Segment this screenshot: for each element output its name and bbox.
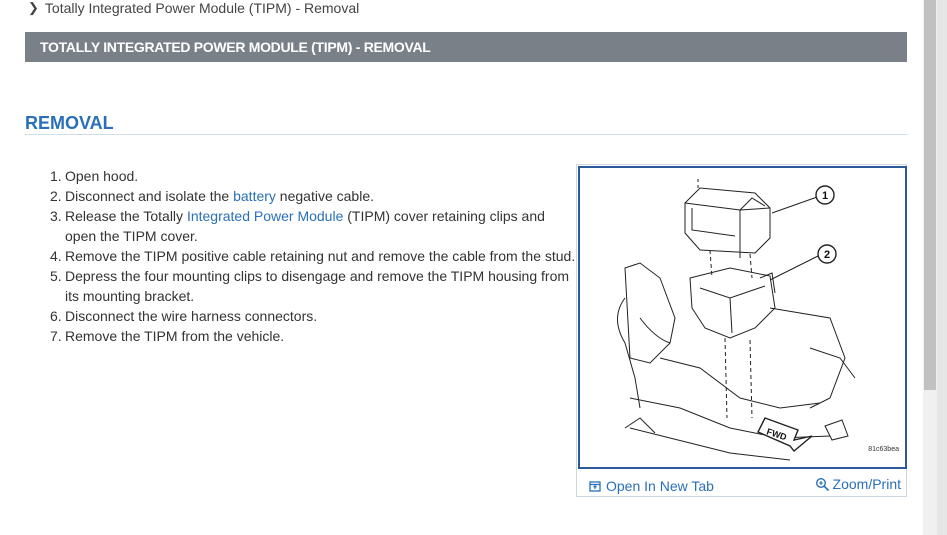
removal-steps-list: 1. Open hood. 2. Disconnect and isolate … [50,166,576,346]
step-number: 6. [50,308,62,324]
step-text: Open hood. [65,168,139,184]
list-item: 6. Disconnect the wire harness connector… [50,306,576,326]
section-heading: REMOVAL [25,113,114,133]
integrated-power-module-link[interactable]: Integrated Power Module [187,208,343,224]
callout-2-label: 2 [824,249,830,261]
step-text: Disconnect the wire harness connectors. [65,308,318,324]
step-text: Remove the TIPM positive cable retaining… [65,248,576,264]
open-in-new-tab-button[interactable]: Open In New Tab [589,478,714,494]
list-item: 4. Remove the TIPM positive cable retain… [50,246,576,266]
list-item: 2. Disconnect and isolate the battery ne… [50,186,576,206]
step-number: 3. [50,208,62,224]
breadcrumb-label[interactable]: Totally Integrated Power Module (TIPM) -… [45,0,359,16]
callout-1-label: 1 [822,190,828,202]
zoom-print-label: Zoom/Print [832,476,901,492]
battery-link[interactable]: battery [233,188,276,204]
list-item: 1. Open hood. [50,166,576,186]
window-edge [937,0,947,535]
list-item: 7. Remove the TIPM from the vehicle. [50,326,576,346]
step-number: 4. [50,248,62,264]
step-number: 2. [50,188,62,204]
chevron-right-icon: ❯ [28,0,39,15]
tipm-diagram[interactable]: 1 2 FWD 81c63bea [578,166,907,469]
step-number: 5. [50,268,62,284]
step-text: negative cable. [275,188,374,204]
step-text: Disconnect and isolate the [65,188,234,204]
zoom-print-button[interactable]: Zoom/Print [815,476,901,492]
step-number: 1. [50,168,62,184]
tipm-illustration: 1 2 FWD [617,176,856,461]
figure-footer: Open In New Tab Zoom/Print [577,469,906,497]
section-divider [25,134,907,135]
step-text: Depress the four mounting clips to disen… [65,268,570,304]
scrollbar-thumb[interactable] [924,0,936,390]
step-text: Release the Totally [65,208,187,224]
figure-panel: 1 2 FWD 81c63bea Open In New Tab Zoom/Pr… [576,164,907,497]
list-item: 3. Release the Totally Integrated Power … [50,206,576,246]
new-tab-icon [589,481,601,492]
zoom-icon [815,477,829,491]
page-title: TOTALLY INTEGRATED POWER MODULE (TIPM) -… [25,32,907,62]
open-in-new-tab-label: Open In New Tab [606,478,714,494]
step-text: Remove the TIPM from the vehicle. [65,328,285,344]
step-number: 7. [50,328,62,344]
breadcrumb[interactable]: ❯ Totally Integrated Power Module (TIPM)… [28,0,359,16]
figure-id: 81c63bea [868,446,899,453]
list-item: 5. Depress the four mounting clips to di… [50,266,576,306]
